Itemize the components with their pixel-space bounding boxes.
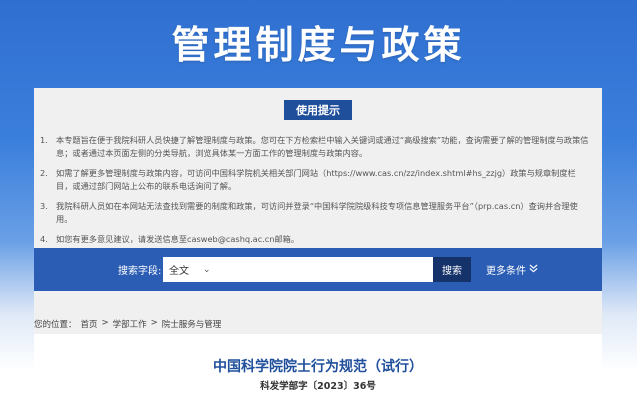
list-item-text: 我院科研人员如在本网站无法查找到需要的制度和政策，可访问并登录“中国科学院院级科… <box>56 201 578 224</box>
breadcrumb-academician-services[interactable]: 院士服务与管理 <box>162 318 222 330</box>
search-button[interactable]: 搜索 <box>433 257 471 282</box>
list-item-number: 3. <box>40 201 48 211</box>
more-conditions-toggle[interactable]: 更多条件 <box>486 262 538 277</box>
list-item: 3. 我院科研人员如在本网站无法查找到需要的制度和政策，可访问并登录“中国科学院… <box>34 200 602 225</box>
search-field-value: 全文 <box>169 266 189 277</box>
list-item: 2. 如需了解更多管理制度与政策内容，可访问中国科学院机关相关部门网站（http… <box>34 167 602 192</box>
document-card: 中国科学院院士行为规范（试行） 科发学部字〔2023〕36号 <box>34 334 602 403</box>
document-title: 中国科学院院士行为规范（试行） <box>213 359 423 375</box>
list-item-text: 如需了解更多管理制度与政策内容，可访问中国科学院机关相关部门网站（https:/… <box>56 168 576 191</box>
search-field-label: 搜索字段: <box>118 266 162 277</box>
usage-tips-button[interactable]: 使用提示 <box>284 100 352 120</box>
search-field-select[interactable]: 全文 ⌄ <box>163 257 433 282</box>
breadcrumb-division-work[interactable]: 学部工作 <box>113 318 147 330</box>
page-title: 管理制度与政策 <box>171 23 466 67</box>
list-item-text: 如您有更多意见建议，请发送信息至casweb@cashq.ac.cn邮箱。 <box>56 234 300 244</box>
chevron-down-icon: ⌄ <box>203 264 211 275</box>
list-item-number: 1. <box>40 135 48 145</box>
list-item-number: 4. <box>40 234 48 244</box>
list-item-text: 本专题旨在便于我院科研人员快捷了解管理制度与政策。您可在下方检索栏中输入关键词或… <box>56 135 589 158</box>
list-item: 4. 如您有更多意见建议，请发送信息至casweb@cashq.ac.cn邮箱。 <box>34 233 602 246</box>
breadcrumb: 您的位置： 首页 > 学部工作 > 院士服务与管理 <box>34 318 221 330</box>
list-item-number: 2. <box>40 168 48 178</box>
breadcrumb-separator: > <box>101 318 109 328</box>
search-bar: 搜索字段: 全文 ⌄ 搜索 更多条件 <box>34 248 602 291</box>
more-conditions-label: 更多条件 <box>486 266 526 277</box>
list-item: 1. 本专题旨在便于我院科研人员快捷了解管理制度与政策。您可在下方检索栏中输入关… <box>34 134 602 159</box>
tips-list: 1. 本专题旨在便于我院科研人员快捷了解管理制度与政策。您可在下方检索栏中输入关… <box>34 134 602 254</box>
document-number: 科发学部字〔2023〕36号 <box>260 381 376 392</box>
breadcrumb-separator: > <box>150 318 158 328</box>
double-chevron-down-icon <box>529 263 538 276</box>
content-panel: 使用提示 1. 本专题旨在便于我院科研人员快捷了解管理制度与政策。您可在下方检索… <box>34 88 602 403</box>
breadcrumb-home[interactable]: 首页 <box>81 318 98 330</box>
breadcrumb-prefix: 您的位置： <box>34 320 77 330</box>
